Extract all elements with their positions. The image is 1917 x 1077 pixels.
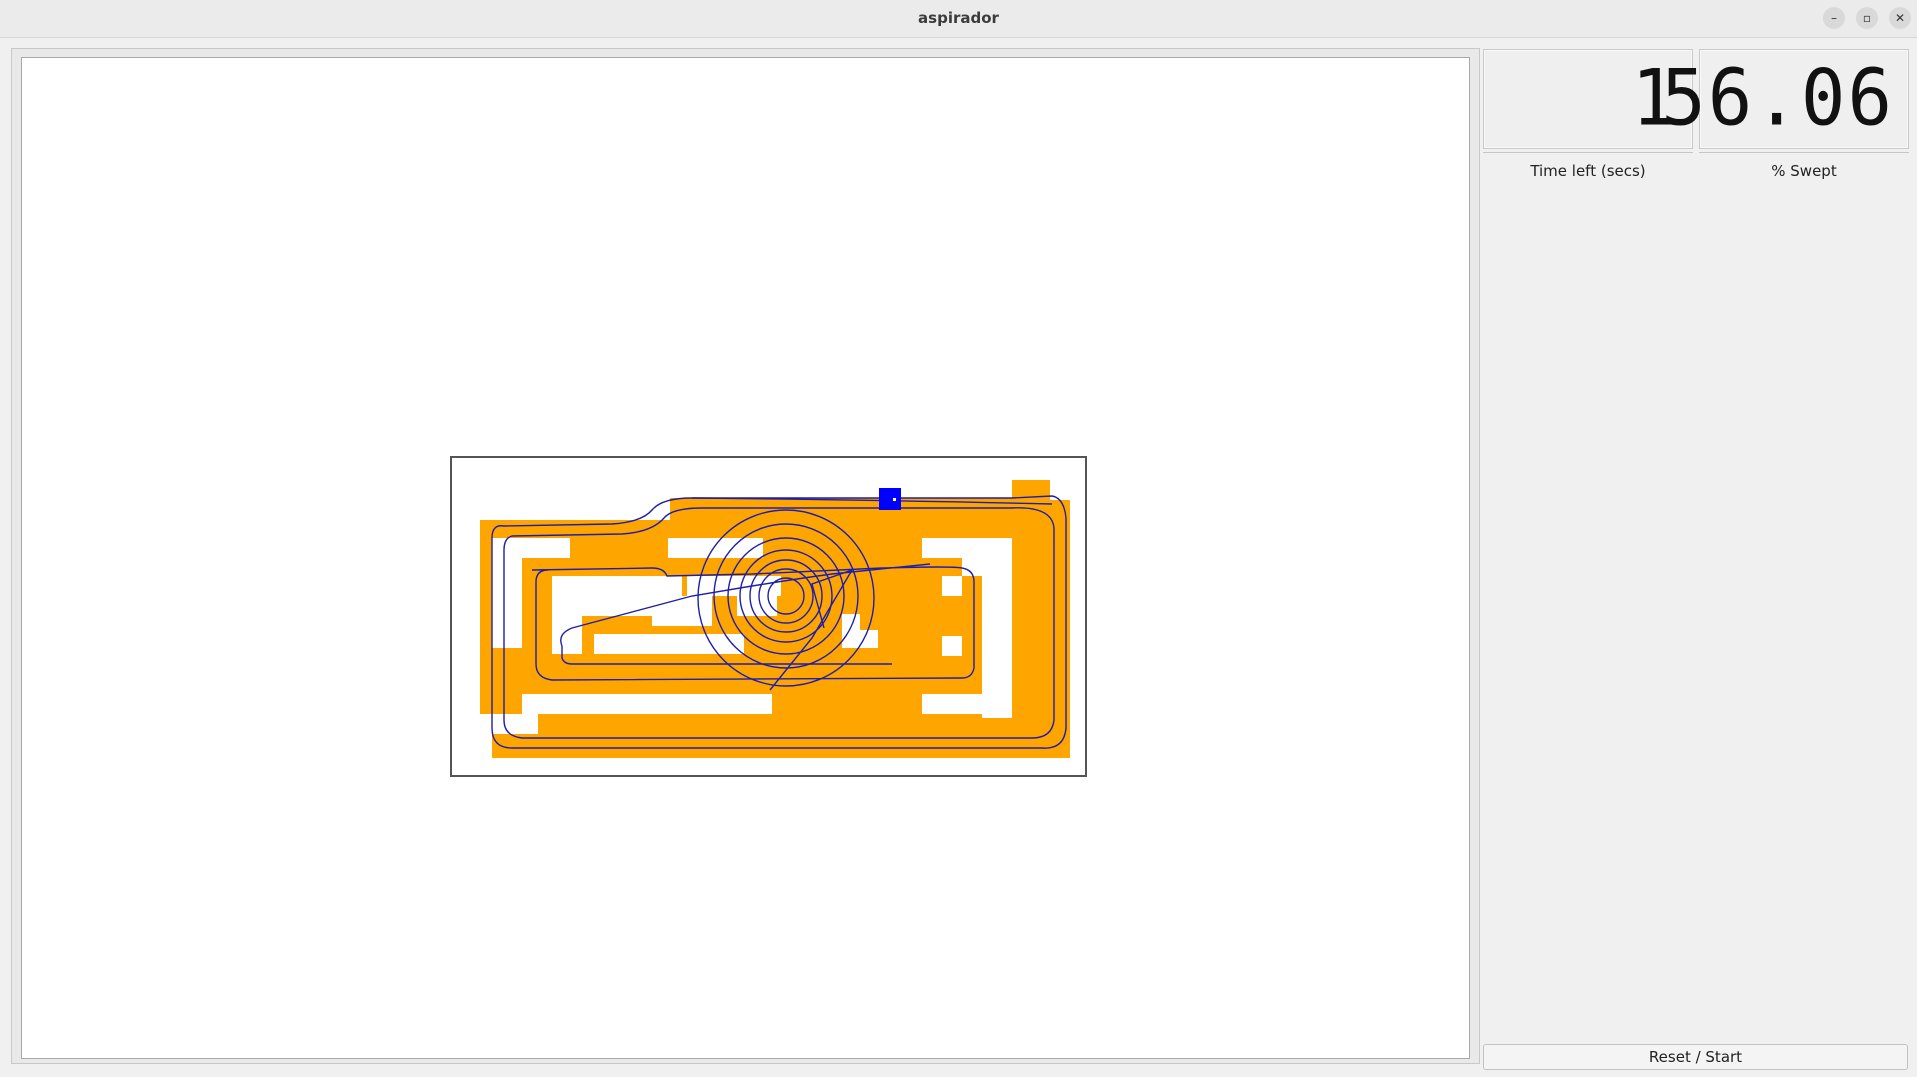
- robot-sensor: [893, 498, 896, 501]
- scene-canvas: [21, 57, 1470, 1059]
- reset-start-button[interactable]: Reset / Start: [1483, 1044, 1908, 1070]
- maximize-icon[interactable]: ▫: [1856, 7, 1878, 29]
- close-icon[interactable]: ✕: [1889, 7, 1911, 29]
- percent-swept-display: 56.06: [1661, 49, 1909, 149]
- percent-swept-value: 56.06: [1661, 52, 1894, 144]
- minimize-icon[interactable]: –: [1823, 7, 1845, 29]
- title-bar: aspirador – ▫ ✕: [0, 0, 1917, 38]
- percent-swept-label: % Swept: [1771, 162, 1837, 180]
- room-boundary: [450, 456, 1087, 777]
- divider: [1483, 152, 1693, 153]
- window-title: aspirador: [918, 9, 999, 27]
- time-left-label: Time left (secs): [1530, 162, 1646, 180]
- robot-vacuum: [879, 488, 901, 510]
- divider: [1699, 152, 1909, 153]
- room-map: [480, 480, 1070, 758]
